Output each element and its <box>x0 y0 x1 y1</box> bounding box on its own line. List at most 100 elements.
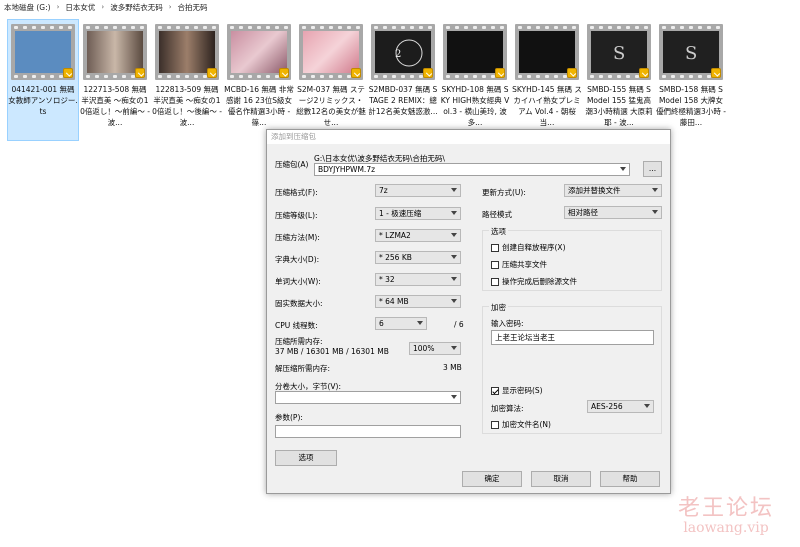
file-item[interactable]: 2 S2MBD-037 無碼 STAGE 2 REMIX：總計12名美女魅惑激.… <box>368 20 438 140</box>
options-button[interactable]: 选项 <box>275 450 337 466</box>
media-badge-icon <box>423 68 433 78</box>
password-input[interactable]: 上老王论坛当老王 <box>491 330 654 345</box>
breadcrumb-item-folder1[interactable]: 日本女优 <box>65 2 95 13</box>
chevron-down-icon <box>652 210 658 214</box>
level-select[interactable]: 1 - 极速压缩 <box>375 207 461 220</box>
level-label: 压缩等级(L): <box>275 211 318 220</box>
cpu-label: CPU 线程数: <box>275 321 318 330</box>
watermark-brand: 老王论坛 <box>677 496 774 521</box>
help-button[interactable]: 帮助 <box>600 471 660 487</box>
path-mode-select[interactable]: 相对路径 <box>564 206 662 219</box>
watermark-url: laowang.vip <box>683 520 769 536</box>
file-item[interactable]: S2M-037 無碼 ステージ2リミックス・総數12名の美女が魅せ... <box>296 20 366 140</box>
method-label: 压缩方法(M): <box>275 233 320 242</box>
file-item[interactable]: S SMBD-158 無碼 S Model 158 大牌女優們終極精選3小時 -… <box>656 20 726 140</box>
stage2-logo-icon: 2 <box>395 39 423 67</box>
chevron-right-icon: › <box>168 3 172 11</box>
mem-percent-select[interactable]: 100% <box>409 342 461 355</box>
file-item[interactable]: MCBD-16 無碼 非常感謝 16 23位S級女優名作精選3小時 - 篠... <box>224 20 294 140</box>
video-thumbnail <box>83 24 147 80</box>
chevron-right-icon: › <box>56 3 60 11</box>
level-value: 1 - 极速压缩 <box>379 209 422 218</box>
params-label: 参数(P): <box>275 413 303 422</box>
archive-label: 压缩包(A) <box>275 160 309 169</box>
mem-label: 压缩所需内存: <box>275 337 323 346</box>
breadcrumb-item-folder3[interactable]: 合拍无码 <box>178 2 208 13</box>
video-thumbnail <box>299 24 363 80</box>
media-badge-icon <box>711 68 721 78</box>
encrypt-names-checkbox[interactable]: 加密文件名(N) <box>491 419 551 430</box>
video-thumbnail: S <box>659 24 723 80</box>
breadcrumb-item-drive[interactable]: 本地磁盘 (G:) <box>4 2 51 13</box>
video-thumbnail <box>155 24 219 80</box>
method-select[interactable]: * LZMA2 <box>375 229 461 242</box>
show-password-checkbox[interactable]: 显示密码(S) <box>491 385 543 396</box>
cpu-value: 6 <box>379 319 384 328</box>
solid-select[interactable]: * 64 MB <box>375 295 461 308</box>
split-combo[interactable] <box>275 391 461 404</box>
file-item[interactable]: SKYHD-145 無碼 スカイハイ熟女プレミアム Vol.4 - 朝桜当... <box>512 20 582 140</box>
encryption-method-value: AES-256 <box>591 402 623 411</box>
encryption-method-select[interactable]: AES-256 <box>587 400 654 413</box>
file-item[interactable]: SKYHD-108 無碼 SKY HIGH熟女經典 Vol.3 - 横山美玲, … <box>440 20 510 140</box>
mem-detail: 37 MB / 16301 MB / 16301 MB <box>275 347 389 356</box>
breadcrumb-item-folder2[interactable]: 波多野结衣无码 <box>110 2 163 13</box>
chevron-down-icon <box>620 167 626 171</box>
format-select[interactable]: 7z <box>375 184 461 197</box>
chevron-down-icon <box>652 188 658 192</box>
file-item[interactable]: 122813-509 無碼 半沢直美 ～痴女の10倍返し！～後編～ - 波... <box>152 20 222 140</box>
chevron-down-icon <box>451 346 457 350</box>
encrypt-names-label: 加密文件名(N) <box>502 420 551 429</box>
file-item[interactable]: S SMBD-155 無碼 S Model 155 猛鬼高潮3小時精選 大原莉耶… <box>584 20 654 140</box>
media-badge-icon <box>495 68 505 78</box>
solid-label: 固实数据大小: <box>275 299 323 308</box>
shared-label: 压缩共享文件 <box>502 260 547 269</box>
chevron-down-icon <box>451 277 457 281</box>
sfx-checkbox[interactable]: 创建自释放程序(X) <box>491 242 566 253</box>
video-thumbnail: 2 <box>371 24 435 80</box>
word-select[interactable]: * 32 <box>375 273 461 286</box>
password-label: 输入密码: <box>491 319 524 328</box>
shared-checkbox[interactable]: 压缩共享文件 <box>491 259 547 270</box>
delete-checkbox[interactable]: 操作完成后删除源文件 <box>491 276 577 287</box>
checkbox-checked-icon <box>491 386 499 395</box>
media-badge-icon <box>207 68 217 78</box>
file-name: 122813-509 無碼 半沢直美 ～痴女の10倍返し！～後編～ - 波... <box>152 85 222 127</box>
breadcrumb: 本地磁盘 (G:) › 日本女优 › 波多野结衣无码 › 合拍无码 <box>0 0 800 14</box>
archive-name-value: BDYJYHPWM.7z <box>318 165 376 174</box>
update-value: 添加并替换文件 <box>568 186 621 195</box>
media-badge-icon <box>351 68 361 78</box>
dialog-title: 添加到压缩包 <box>267 130 670 144</box>
media-badge-icon <box>639 68 649 78</box>
video-thumbnail <box>227 24 291 80</box>
params-input[interactable] <box>275 425 461 438</box>
checkbox-icon <box>491 243 499 252</box>
encryption-group-title: 加密 <box>489 302 508 313</box>
chevron-down-icon <box>451 299 457 303</box>
checkbox-icon <box>491 420 499 429</box>
chevron-down-icon <box>451 255 457 259</box>
archive-name-combo[interactable]: BDYJYHPWM.7z <box>314 163 630 176</box>
file-item[interactable]: 122713-508 無碼 半沢直美 ～痴女の10倍返し！～前編～ - 波... <box>80 20 150 140</box>
dict-select[interactable]: * 256 KB <box>375 251 461 264</box>
svg-text:S: S <box>613 43 625 64</box>
media-badge-icon <box>567 68 577 78</box>
checkbox-icon <box>491 277 499 286</box>
file-name: 041421-001 無碼 女教師アンソロジー.ts <box>8 85 78 116</box>
svg-text:2: 2 <box>395 49 401 60</box>
file-grid: 041421-001 無碼 女教師アンソロジー.ts 122713-508 無碼… <box>7 19 798 141</box>
show-password-label: 显示密码(S) <box>502 386 543 395</box>
update-select[interactable]: 添加并替换文件 <box>564 184 662 197</box>
ok-button[interactable]: 确定 <box>462 471 522 487</box>
file-name: 122713-508 無碼 半沢直美 ～痴女の10倍返し！～前編～ - 波... <box>80 85 150 127</box>
format-value: 7z <box>379 186 388 195</box>
video-thumbnail <box>515 24 579 80</box>
delete-label: 操作完成后删除源文件 <box>502 277 577 286</box>
media-badge-icon <box>279 68 289 78</box>
word-label: 单词大小(W): <box>275 277 321 286</box>
path-mode-label: 路径模式 <box>482 210 512 219</box>
browse-button[interactable]: ... <box>643 161 662 177</box>
file-item[interactable]: 041421-001 無碼 女教師アンソロジー.ts <box>7 19 79 141</box>
cancel-button[interactable]: 取消 <box>531 471 591 487</box>
cpu-select[interactable]: 6 <box>375 317 427 330</box>
